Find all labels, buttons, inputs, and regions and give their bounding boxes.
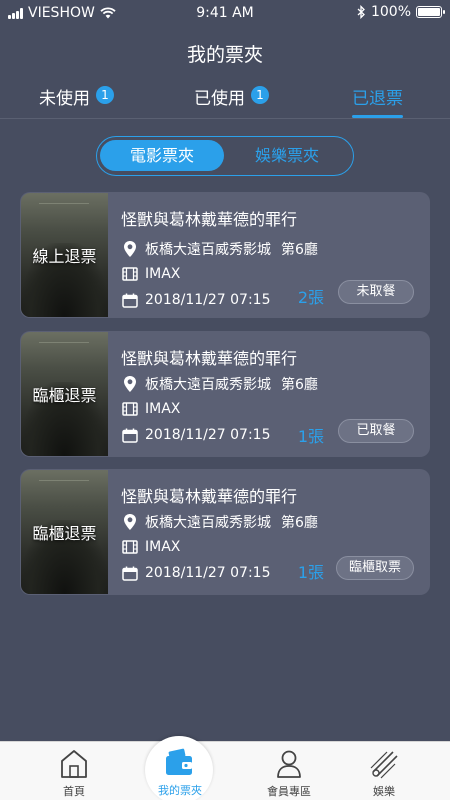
tab-unused[interactable]: 未使用 1 bbox=[39, 84, 114, 118]
cinema-row: 板橋大遠百威秀影城 第6廳 bbox=[121, 512, 318, 532]
movie-title: 怪獸與葛林戴華德的罪行 bbox=[121, 487, 298, 506]
battery-icon bbox=[416, 6, 445, 18]
location-pin-icon bbox=[121, 375, 139, 393]
ticket-count: 1張 bbox=[297, 563, 324, 582]
cinema-row: 板橋大遠百威秀影城 第6廳 bbox=[121, 374, 318, 394]
movie-poster: 臨櫃退票 bbox=[21, 332, 108, 456]
ticket-card[interactable]: 線上退票 怪獸與葛林戴華德的罪行 板橋大遠百威秀影城 第6廳 IMAX 2018… bbox=[20, 192, 430, 318]
ticket-card[interactable]: 臨櫃退票 怪獸與葛林戴華德的罪行 板橋大遠百威秀影城 第6廳 IMAX 2018… bbox=[20, 331, 430, 457]
ticket-wallet-icon bbox=[163, 746, 195, 782]
ticket-count: 1張 bbox=[297, 427, 324, 446]
movie-format: IMAX bbox=[145, 539, 181, 555]
tab-used-badge: 1 bbox=[251, 86, 269, 104]
bottom-nav: 首頁 會員專區 娛樂 bbox=[0, 741, 450, 800]
movie-poster: 臨櫃退票 bbox=[21, 470, 108, 594]
bluetooth-icon bbox=[357, 5, 365, 19]
movie-format: IMAX bbox=[145, 401, 181, 417]
show-datetime: 2018/11/27 07:15 bbox=[145, 427, 271, 443]
status-badge: 未取餐 bbox=[338, 280, 414, 304]
refund-type-label: 臨櫃退票 bbox=[32, 524, 97, 543]
movie-poster: 線上退票 bbox=[21, 193, 108, 317]
datetime-row: 2018/11/27 07:15 bbox=[121, 426, 271, 444]
film-icon bbox=[121, 400, 139, 418]
page-title: 我的票夾 bbox=[186, 44, 263, 66]
status-bar: VIESHOW 9:41 AM 100% bbox=[0, 0, 450, 26]
show-datetime: 2018/11/27 07:15 bbox=[145, 292, 271, 308]
ticket-card[interactable]: 臨櫃退票 怪獸與葛林戴華德的罪行 板橋大遠百威秀影城 第6廳 IMAX 2018… bbox=[20, 469, 430, 595]
movie-title: 怪獸與葛林戴華德的罪行 bbox=[121, 349, 298, 368]
member-icon bbox=[244, 747, 334, 781]
hall-name: 第6廳 bbox=[281, 242, 318, 258]
segment-entertainment-tickets[interactable]: 娛樂票夾 bbox=[225, 140, 349, 171]
segment-movie-tickets[interactable]: 電影票夾 bbox=[100, 140, 224, 171]
hall-name: 第6廳 bbox=[281, 515, 318, 531]
hall-name: 第6廳 bbox=[281, 377, 318, 393]
battery-level bbox=[418, 8, 440, 16]
film-icon bbox=[121, 265, 139, 283]
tab-unused-badge: 1 bbox=[96, 86, 114, 104]
nav-home-label: 首頁 bbox=[63, 785, 85, 798]
format-row: IMAX bbox=[121, 265, 180, 283]
cinema-row: 板橋大遠百威秀影城 第6廳 bbox=[121, 239, 318, 259]
datetime-row: 2018/11/27 07:15 bbox=[121, 291, 271, 309]
nav-my-tickets-label: 我的票夾 bbox=[158, 784, 202, 797]
calendar-icon bbox=[121, 426, 139, 444]
film-icon bbox=[121, 538, 139, 556]
movie-format: IMAX bbox=[145, 266, 181, 282]
nav-entertainment-label: 娛樂 bbox=[373, 785, 395, 798]
status-badge: 臨櫃取票 bbox=[335, 556, 414, 580]
cinema-name: 板橋大遠百威秀影城 bbox=[145, 377, 271, 393]
status-right: 100% bbox=[357, 4, 445, 20]
format-row: IMAX bbox=[121, 400, 180, 418]
tab-used[interactable]: 已使用 1 bbox=[194, 84, 269, 118]
nav-home[interactable]: 首頁 bbox=[29, 747, 119, 799]
cinema-name: 板橋大遠百威秀影城 bbox=[145, 515, 271, 531]
battery-percent: 100% bbox=[370, 4, 411, 20]
tab-refunded[interactable]: 已退票 bbox=[352, 84, 403, 118]
entertainment-icon bbox=[339, 747, 429, 781]
tab-unused-label: 未使用 bbox=[39, 89, 90, 109]
location-pin-icon bbox=[121, 240, 139, 258]
nav-entertainment[interactable]: 娛樂 bbox=[339, 747, 429, 799]
ticket-type-segment: 電影票夾 娛樂票夾 bbox=[96, 136, 354, 176]
calendar-icon bbox=[121, 564, 139, 582]
nav-member-label: 會員專區 bbox=[267, 785, 311, 798]
refund-type-label: 臨櫃退票 bbox=[32, 386, 97, 405]
datetime-row: 2018/11/27 07:15 bbox=[121, 564, 271, 582]
cinema-name: 板橋大遠百威秀影城 bbox=[145, 242, 271, 258]
nav-member[interactable]: 會員專區 bbox=[244, 747, 334, 799]
show-datetime: 2018/11/27 07:15 bbox=[145, 565, 271, 581]
movie-title: 怪獸與葛林戴華德的罪行 bbox=[121, 210, 298, 229]
tab-used-label: 已使用 bbox=[194, 89, 245, 109]
home-icon bbox=[29, 747, 119, 781]
refund-type-label: 線上退票 bbox=[32, 247, 97, 266]
location-pin-icon bbox=[121, 513, 139, 531]
ticket-count: 2張 bbox=[297, 288, 324, 307]
calendar-icon bbox=[121, 291, 139, 309]
ticket-tabs: 未使用 1 已使用 1 已退票 bbox=[0, 84, 450, 118]
format-row: IMAX bbox=[121, 538, 180, 556]
tab-divider bbox=[0, 118, 450, 119]
tab-refunded-label: 已退票 bbox=[352, 89, 403, 109]
status-badge: 已取餐 bbox=[338, 419, 414, 443]
